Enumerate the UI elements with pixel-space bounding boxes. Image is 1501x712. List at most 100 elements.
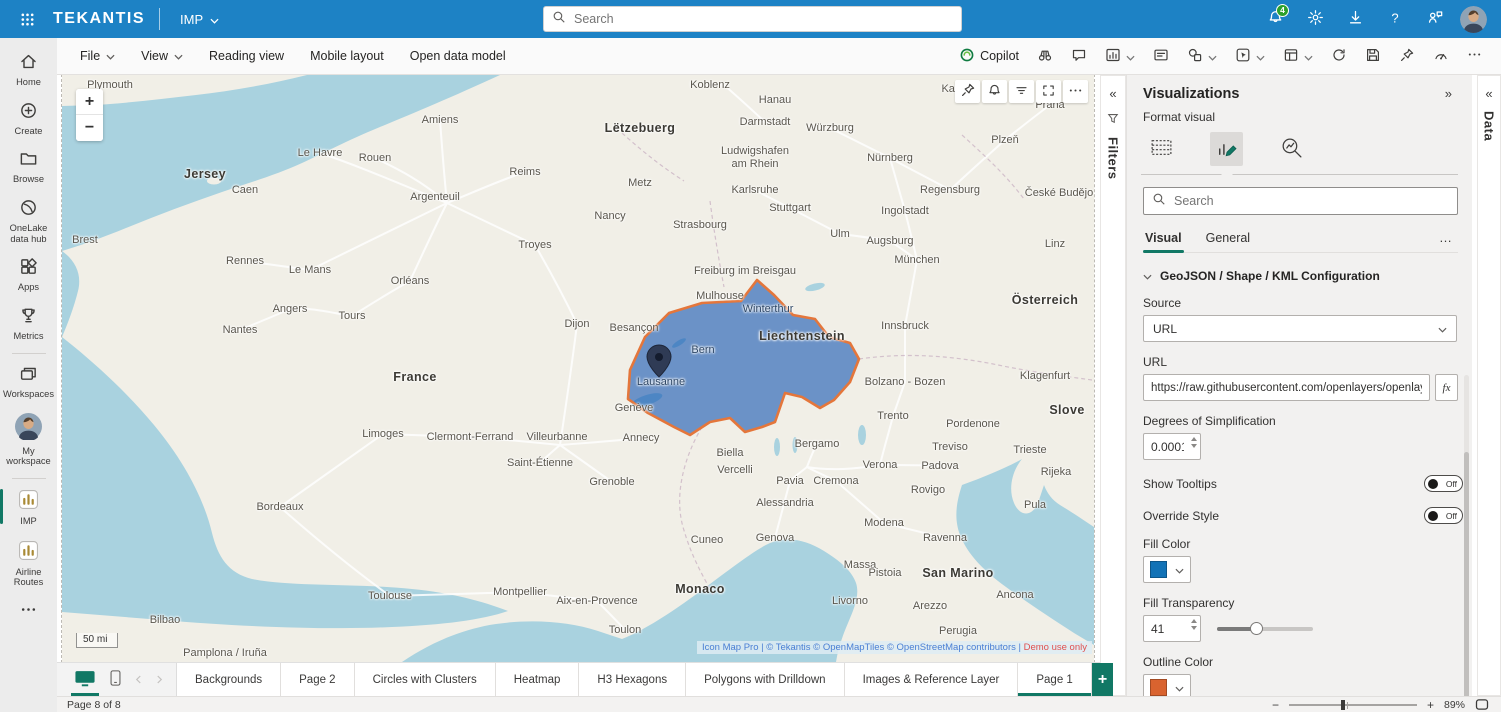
format-tab-icon[interactable]	[1210, 132, 1243, 166]
page-tab-heatmap[interactable]: Heatmap	[496, 663, 580, 696]
override-style-toggle[interactable]: Off	[1424, 507, 1463, 524]
workspaces-icon	[19, 364, 38, 386]
visual-alert-button[interactable]	[982, 80, 1007, 103]
zoom-in-button[interactable]: +	[1425, 700, 1436, 710]
fill-transparency-slider[interactable]	[1217, 622, 1313, 635]
sidebar-item-apps[interactable]: Apps	[0, 251, 57, 300]
chevron-down-icon	[1175, 562, 1184, 577]
ribbon-menu-view[interactable]: View	[130, 43, 194, 69]
zoom-out-button[interactable]: −	[1270, 700, 1281, 710]
ribbon-menu-mobile-layout[interactable]: Mobile layout	[299, 43, 395, 69]
account-avatar[interactable]	[1460, 6, 1487, 33]
format-tab-general[interactable]: General	[1204, 227, 1252, 252]
collapse-visualizations-button[interactable]: »	[1439, 85, 1458, 102]
new-visual-button[interactable]	[1098, 42, 1142, 71]
sidebar-item-workspaces[interactable]: Workspaces	[0, 358, 57, 407]
page-tab-h3-hexagons[interactable]: H3 Hexagons	[579, 663, 686, 696]
spinner-arrows[interactable]	[1191, 437, 1197, 448]
global-search[interactable]	[543, 6, 962, 32]
show-tooltips-toggle[interactable]: Off	[1424, 475, 1463, 492]
next-page-button[interactable]	[153, 663, 166, 696]
save-button[interactable]	[1358, 42, 1388, 71]
geojson-section-header[interactable]: GeoJSON / Shape / KML Configuration	[1143, 269, 1380, 283]
add-page-button[interactable]: +	[1092, 663, 1113, 696]
sidebar-item-metrics[interactable]: Metrics	[0, 300, 57, 349]
fill-color-dropdown[interactable]	[1143, 556, 1191, 583]
sidebar-item-airline-routes[interactable]: Airline Routes	[0, 534, 57, 595]
section-title: GeoJSON / Shape / KML Configuration	[1160, 269, 1380, 283]
visual-focus-mode-button[interactable]	[1036, 80, 1061, 103]
visualizations-panel: Visualizations » Format visual VisualGen…	[1126, 75, 1472, 696]
source-dropdown[interactable]: URL	[1143, 315, 1457, 342]
visual-more-button[interactable]	[1063, 80, 1088, 103]
format-search-input[interactable]	[1172, 193, 1449, 209]
ribbon-actions: Copilot	[952, 42, 1489, 71]
mobile-view-button[interactable]	[107, 663, 124, 696]
page-tab-backgrounds[interactable]: Backgrounds	[177, 663, 281, 696]
fields-tab-icon[interactable]	[1145, 132, 1178, 166]
apps-icon	[19, 257, 38, 279]
previous-page-button[interactable]	[132, 663, 145, 696]
format-tabs-more-button[interactable]: …	[1433, 229, 1458, 251]
more-button[interactable]	[1460, 42, 1489, 70]
download-button[interactable]	[1340, 4, 1370, 34]
zoom-slider[interactable]	[1289, 700, 1417, 710]
fit-to-page-button[interactable]	[1473, 699, 1491, 711]
attribution-links[interactable]: Icon Map Pro | © Tekantis © OpenMapTiles…	[702, 642, 1024, 653]
page-tab-polygons-with-drilldown[interactable]: Polygons with Drilldown	[686, 663, 844, 696]
app-switcher[interactable]: IMP	[174, 11, 225, 28]
sidebar-more[interactable]	[0, 595, 57, 628]
page-layout-button[interactable]	[1276, 42, 1320, 71]
visual-pin-button[interactable]	[955, 80, 980, 103]
desktop-view-button[interactable]	[71, 663, 99, 696]
panel-scrollbar[interactable]	[1464, 375, 1469, 712]
analytics-tab-icon[interactable]	[1275, 132, 1308, 166]
waffle-menu-icon[interactable]	[16, 8, 39, 31]
sidebar-item-home[interactable]: Home	[0, 46, 57, 95]
source-value: URL	[1153, 322, 1177, 336]
expand-data-button[interactable]: «	[1483, 84, 1494, 103]
map-zoom-out-button[interactable]: −	[76, 115, 103, 141]
format-tab-visual[interactable]: Visual	[1143, 227, 1184, 252]
spinner-arrows[interactable]	[1191, 619, 1197, 630]
visual-filter-lines-button[interactable]	[1009, 80, 1034, 103]
pin-button[interactable]	[1392, 42, 1422, 71]
buttons-icon	[1235, 47, 1251, 66]
page-tab-images-reference-layer[interactable]: Images & Reference Layer	[845, 663, 1019, 696]
feedback-button[interactable]	[1420, 4, 1450, 34]
format-search[interactable]	[1143, 187, 1458, 215]
text-box-button[interactable]	[1146, 42, 1176, 71]
sidebar-item-my-workspace[interactable]: My workspace	[0, 407, 57, 474]
expand-filters-button[interactable]: «	[1107, 84, 1118, 103]
fx-conditional-button[interactable]: fx	[1435, 374, 1458, 401]
settings-button[interactable]	[1300, 4, 1330, 34]
notifications-button[interactable]: 4	[1260, 4, 1290, 34]
copilot-button[interactable]: Copilot	[952, 42, 1026, 71]
ribbon-menu-file[interactable]: File	[69, 43, 126, 69]
fill-color-label: Fill Color	[1143, 537, 1458, 551]
sidebar-item-imp[interactable]: IMP	[0, 483, 57, 534]
sidebar-item-label: Home	[16, 77, 41, 88]
ribbon-menu-open-data-model[interactable]: Open data model	[399, 43, 517, 69]
binoculars-button[interactable]	[1030, 42, 1060, 71]
comment-button[interactable]	[1064, 42, 1094, 71]
search-input[interactable]	[572, 11, 953, 27]
sidebar-item-onelake-data-hub[interactable]: OneLake data hub	[0, 192, 57, 251]
url-label: URL	[1143, 355, 1458, 369]
shapes-button[interactable]	[1180, 42, 1224, 71]
help-button[interactable]: ?	[1380, 4, 1410, 34]
data-pane-collapsed: « Data	[1477, 75, 1501, 696]
map-visual[interactable]: PlymouthAmiensKoblenzHanauKarPrahaLëtzeb…	[62, 75, 1094, 662]
map-zoom-in-button[interactable]: +	[76, 89, 103, 115]
page-tab-page-2[interactable]: Page 2	[281, 663, 354, 696]
page-tab-page-1[interactable]: Page 1	[1018, 663, 1091, 696]
sidebar-item-browse[interactable]: Browse	[0, 143, 57, 192]
page-tab-circles-with-clusters[interactable]: Circles with Clusters	[355, 663, 496, 696]
optimize-button[interactable]	[1426, 42, 1456, 71]
buttons-button[interactable]	[1228, 42, 1272, 71]
zoom-slider-thumb[interactable]	[1341, 700, 1345, 710]
sidebar-item-create[interactable]: Create	[0, 95, 57, 144]
ribbon-menu-reading-view[interactable]: Reading view	[198, 43, 295, 69]
url-input[interactable]	[1143, 374, 1430, 401]
refresh-button[interactable]	[1324, 42, 1354, 71]
